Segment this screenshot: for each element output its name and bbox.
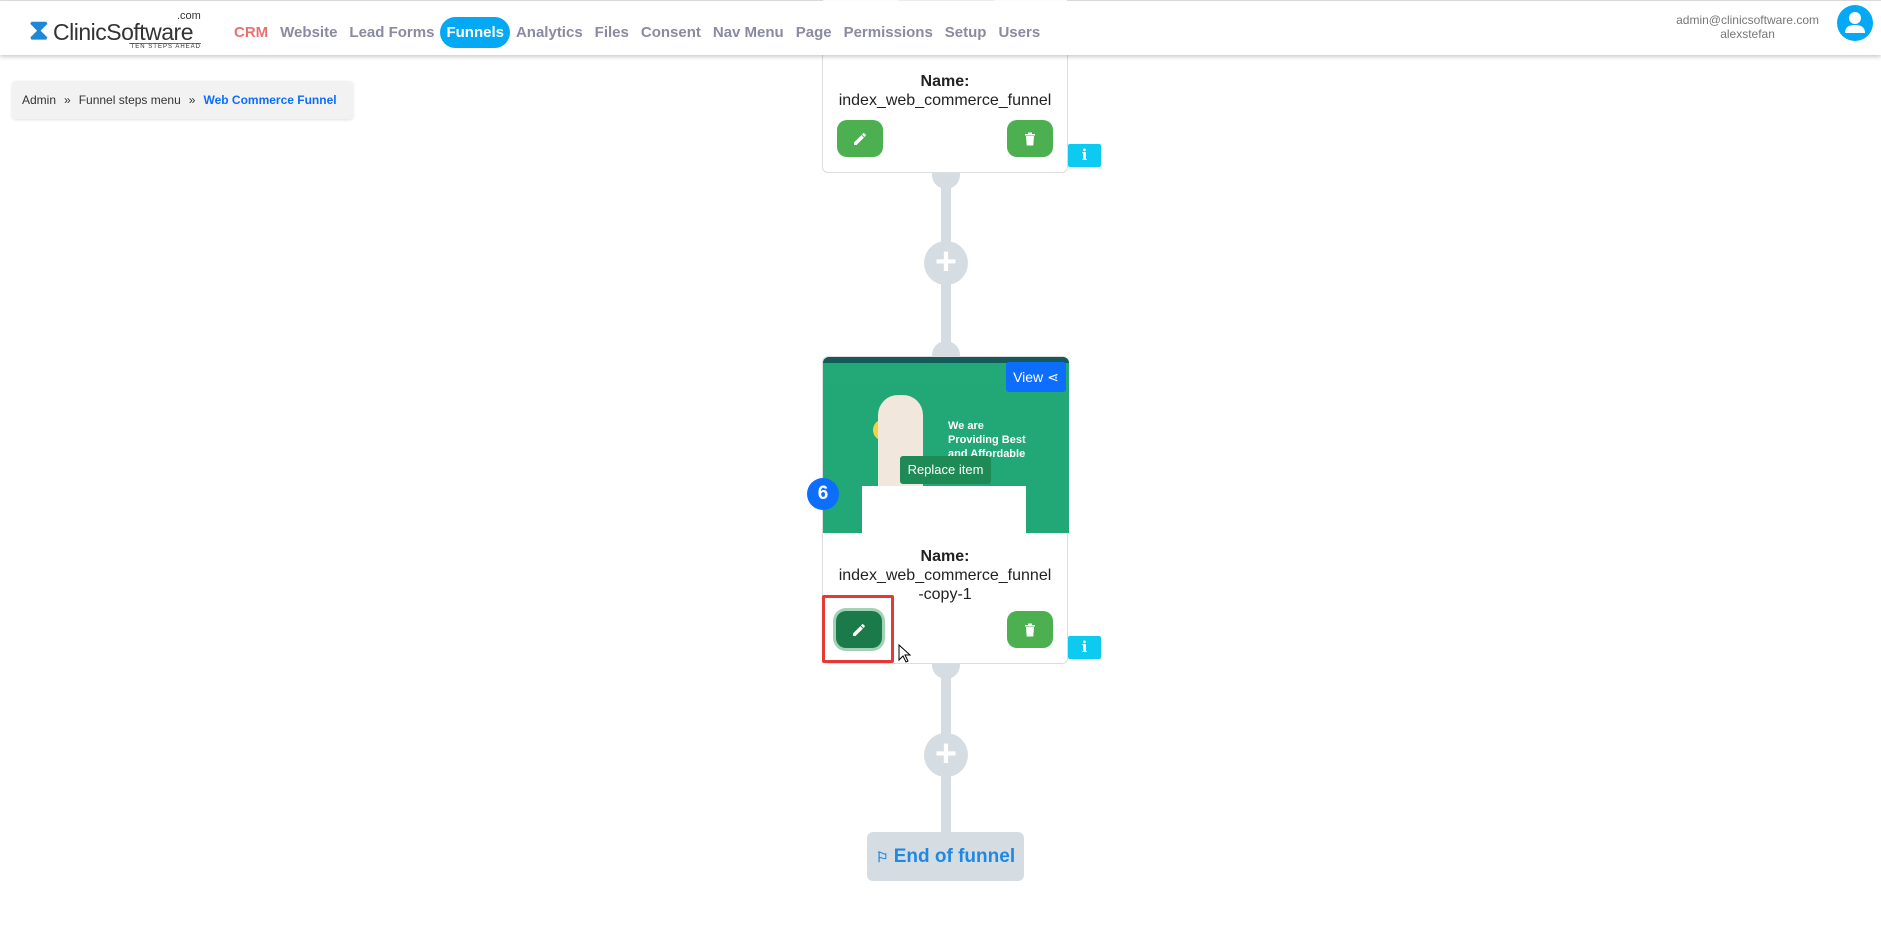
clinicsoftware-logo[interactable]: ⧗ ClinicSoftware .com TEN STEPS AHEAD: [29, 10, 204, 50]
top-navbar: ⧗ ClinicSoftware .com TEN STEPS AHEAD CR…: [0, 1, 1881, 55]
plus-icon: +: [934, 241, 958, 283]
user-info[interactable]: admin@clinicsoftware.com alexstefan: [1676, 13, 1819, 41]
nav-consent[interactable]: Consent: [635, 17, 707, 48]
replace-item-button[interactable]: Replace item: [900, 456, 991, 484]
breadcrumb-admin[interactable]: Admin: [22, 93, 56, 107]
main-nav: CRM Website Lead Forms Funnels Analytics…: [228, 17, 1046, 48]
hourglass-icon: ⧗: [29, 14, 49, 45]
name-label: Name:: [920, 73, 970, 90]
delete-button[interactable]: [1007, 120, 1053, 157]
breadcrumb-separator: »: [188, 93, 196, 107]
nav-page[interactable]: Page: [790, 17, 838, 48]
nav-setup[interactable]: Setup: [939, 17, 993, 48]
view-label: View: [1013, 369, 1044, 385]
nav-analytics[interactable]: Analytics: [510, 17, 589, 48]
add-step-button[interactable]: +: [924, 733, 968, 777]
breadcrumb: Admin » Funnel steps menu » Web Commerce Fun…: [12, 81, 353, 119]
plus-icon: +: [934, 733, 958, 775]
pencil-icon: [854, 132, 866, 145]
step-name: index_web_commerce_funnel: [838, 92, 1052, 109]
nav-crm[interactable]: CRM: [228, 17, 274, 48]
step-number-badge: 6: [807, 478, 839, 510]
breadcrumb-separator: »: [64, 93, 71, 107]
share-icon: ⋖: [1047, 368, 1059, 385]
user-icon[interactable]: [1837, 5, 1873, 41]
highlight-box: [822, 595, 894, 663]
logo-suffix: .com: [177, 10, 201, 22]
nav-lead-forms[interactable]: Lead Forms: [343, 17, 440, 48]
nav-nav-menu[interactable]: Nav Menu: [707, 17, 790, 48]
breadcrumb-funnel-steps-menu[interactable]: Funnel steps menu: [79, 93, 181, 107]
edit-button[interactable]: [837, 120, 883, 157]
user-email: admin@clinicsoftware.com: [1676, 13, 1819, 27]
nav-users[interactable]: Users: [992, 17, 1046, 48]
info-button[interactable]: i: [1068, 636, 1101, 659]
page-preview-thumbnail[interactable]: We are Providing Best and Affordable Vie…: [823, 357, 1069, 533]
nav-funnels[interactable]: Funnels: [440, 17, 510, 48]
end-of-funnel: ⚐ End of funnel: [867, 832, 1024, 881]
breadcrumb-current: Web Commerce Funnel: [203, 93, 337, 107]
trash-icon: [1025, 132, 1035, 145]
mouse-cursor-icon: [898, 644, 912, 663]
add-step-button[interactable]: +: [924, 241, 968, 285]
info-button[interactable]: i: [1068, 144, 1101, 167]
logo-tagline: TEN STEPS AHEAD: [129, 43, 201, 50]
preview-services-panel: [862, 486, 1026, 533]
nav-files[interactable]: Files: [589, 17, 635, 48]
user-name: alexstefan: [1720, 27, 1775, 41]
nav-permissions[interactable]: Permissions: [838, 17, 939, 48]
nav-website[interactable]: Website: [274, 17, 343, 48]
trash-icon: [1025, 623, 1035, 636]
flag-icon: ⚐: [875, 849, 889, 865]
view-share-button[interactable]: View ⋖: [1006, 362, 1066, 392]
name-label: Name:: [920, 548, 970, 565]
end-label: End of funnel: [893, 846, 1016, 867]
delete-button[interactable]: [1007, 611, 1053, 648]
logo-text: ClinicSoftware: [53, 19, 194, 45]
preview-headline: We are Providing Best and Affordable: [948, 420, 1026, 460]
